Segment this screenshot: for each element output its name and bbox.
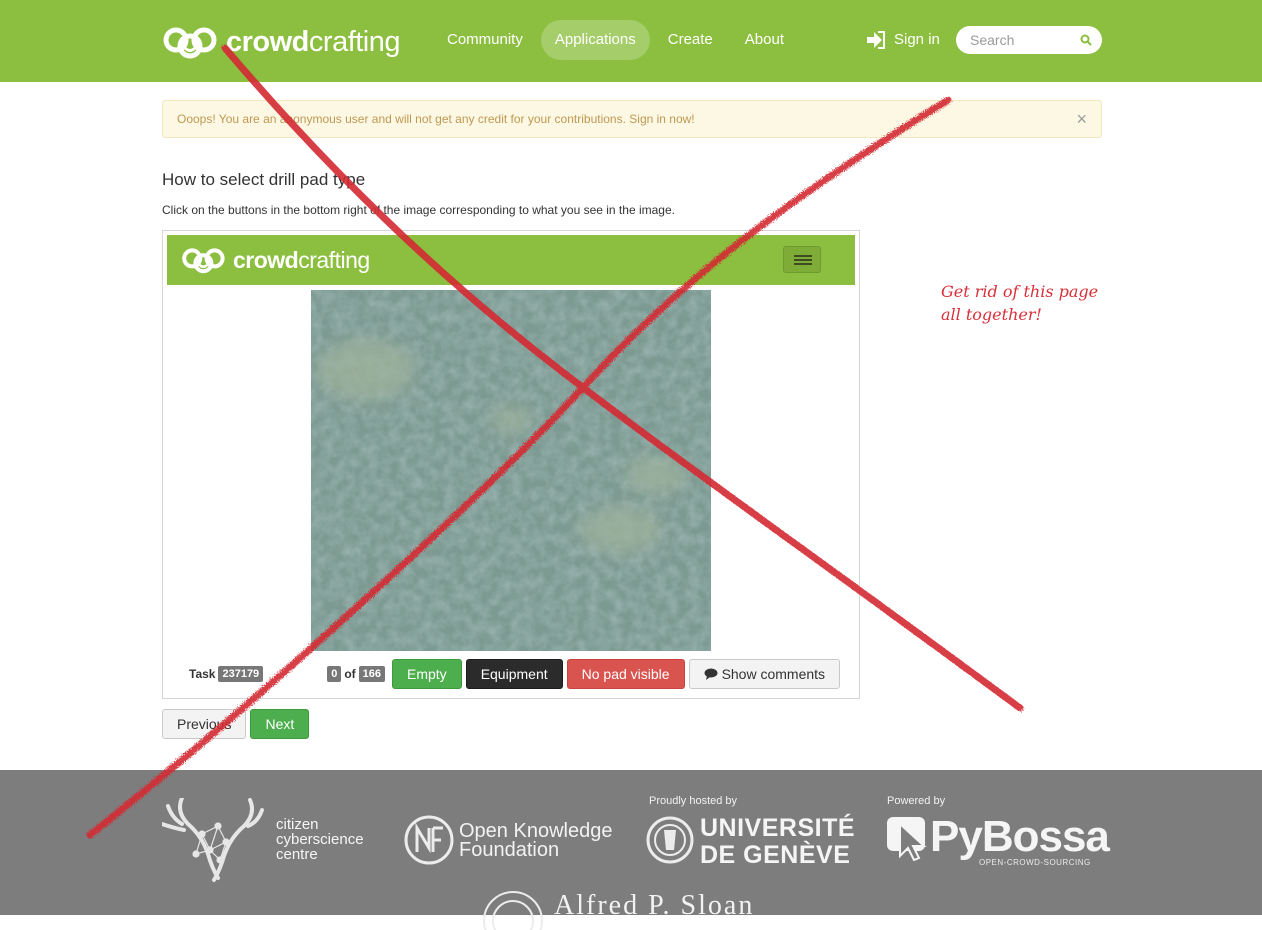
task-pager: Previous Next (162, 709, 313, 739)
inner-brand-logo[interactable]: crowdcrafting (181, 244, 370, 276)
menu-toggle-button[interactable] (783, 246, 821, 273)
task-label: Task (189, 667, 216, 681)
citizen-cyberscience-antlers-logo (162, 798, 264, 882)
search-box (956, 26, 1102, 54)
anonymous-user-alert: Ooops! You are an anonymous user and wil… (162, 100, 1102, 138)
pybossa-name: PyBossa (930, 812, 1110, 861)
ccc-logo-text: citizen cyberscience centre (276, 816, 364, 863)
crowdcrafting-logo-icon (162, 22, 222, 62)
brand-name: crowdcrafting (226, 25, 401, 58)
no-pad-visible-button[interactable]: No pad visible (566, 659, 685, 689)
search-icon[interactable] (1080, 34, 1092, 46)
unige-seal-icon (646, 816, 694, 864)
task-controls: Task 237179 0 of 166 Empty Equipment No … (189, 659, 841, 689)
alert-text: Ooops! You are an anonymous user and wil… (177, 112, 695, 126)
hosted-by-label: Proudly hosted by (649, 795, 738, 807)
nav-create[interactable]: Create (654, 20, 727, 60)
powered-by-label: Powered by (887, 795, 946, 807)
task-presenter-panel: crowdcrafting Task 237179 0 of 166 Empty… (162, 230, 860, 699)
close-icon[interactable]: × (1076, 101, 1087, 137)
brand-logo[interactable]: crowdcrafting (162, 22, 401, 62)
total-count-badge: 166 (358, 666, 385, 682)
show-comments-label: Show comments (721, 666, 826, 682)
open-knowledge-logo-icon (404, 815, 454, 865)
equipment-button[interactable]: Equipment (465, 659, 563, 689)
crowdcrafting-logo-icon (182, 248, 225, 274)
task-description: Click on the buttons in the bottom right… (162, 203, 675, 217)
top-navbar: crowdcrafting Community Applications Cre… (0, 0, 1262, 82)
nav-applications[interactable]: Applications (540, 20, 650, 60)
comments-icon (704, 668, 718, 680)
done-count-badge: 0 (327, 666, 342, 682)
task-progress-bar (268, 667, 323, 681)
of-label: of (344, 667, 356, 681)
previous-button[interactable]: Previous (162, 709, 247, 739)
hamburger-icon (794, 255, 812, 257)
okf-logo-text: Open Knowledge Foundation (459, 820, 613, 861)
inner-navbar: crowdcrafting (167, 235, 855, 285)
unige-logo-text: UNIVERSITÉ DE GENÈVE (700, 814, 856, 869)
sloan-seal-icon (483, 891, 543, 930)
sign-in-link[interactable]: Sign in (866, 20, 940, 60)
nav-about[interactable]: About (731, 20, 798, 60)
task-title: How to select drill pad type (162, 170, 366, 189)
sloan-logo-text: Alfred P. Sloan (554, 890, 755, 921)
search-input[interactable] (970, 26, 1080, 54)
footer: citizen cyberscience centre Open Knowled… (0, 770, 1262, 930)
review-annotation-note: Get rid of this page all together! (941, 282, 1099, 324)
next-button[interactable]: Next (250, 709, 310, 739)
main-nav: Community Applications Create About (433, 20, 802, 60)
sign-in-label: Sign in (894, 31, 940, 48)
task-id-badge: 237179 (218, 666, 264, 682)
empty-button[interactable]: Empty (392, 659, 462, 689)
sign-in-icon (867, 31, 885, 49)
aerial-photo (311, 290, 711, 651)
show-comments-button[interactable]: Show comments (688, 659, 841, 689)
pybossa-cursor-icon (887, 817, 927, 862)
nav-community[interactable]: Community (433, 20, 537, 60)
inner-brand-name: crowdcrafting (233, 246, 370, 273)
pybossa-tagline: OPEN-CROWD-SOURCING (979, 858, 1091, 867)
